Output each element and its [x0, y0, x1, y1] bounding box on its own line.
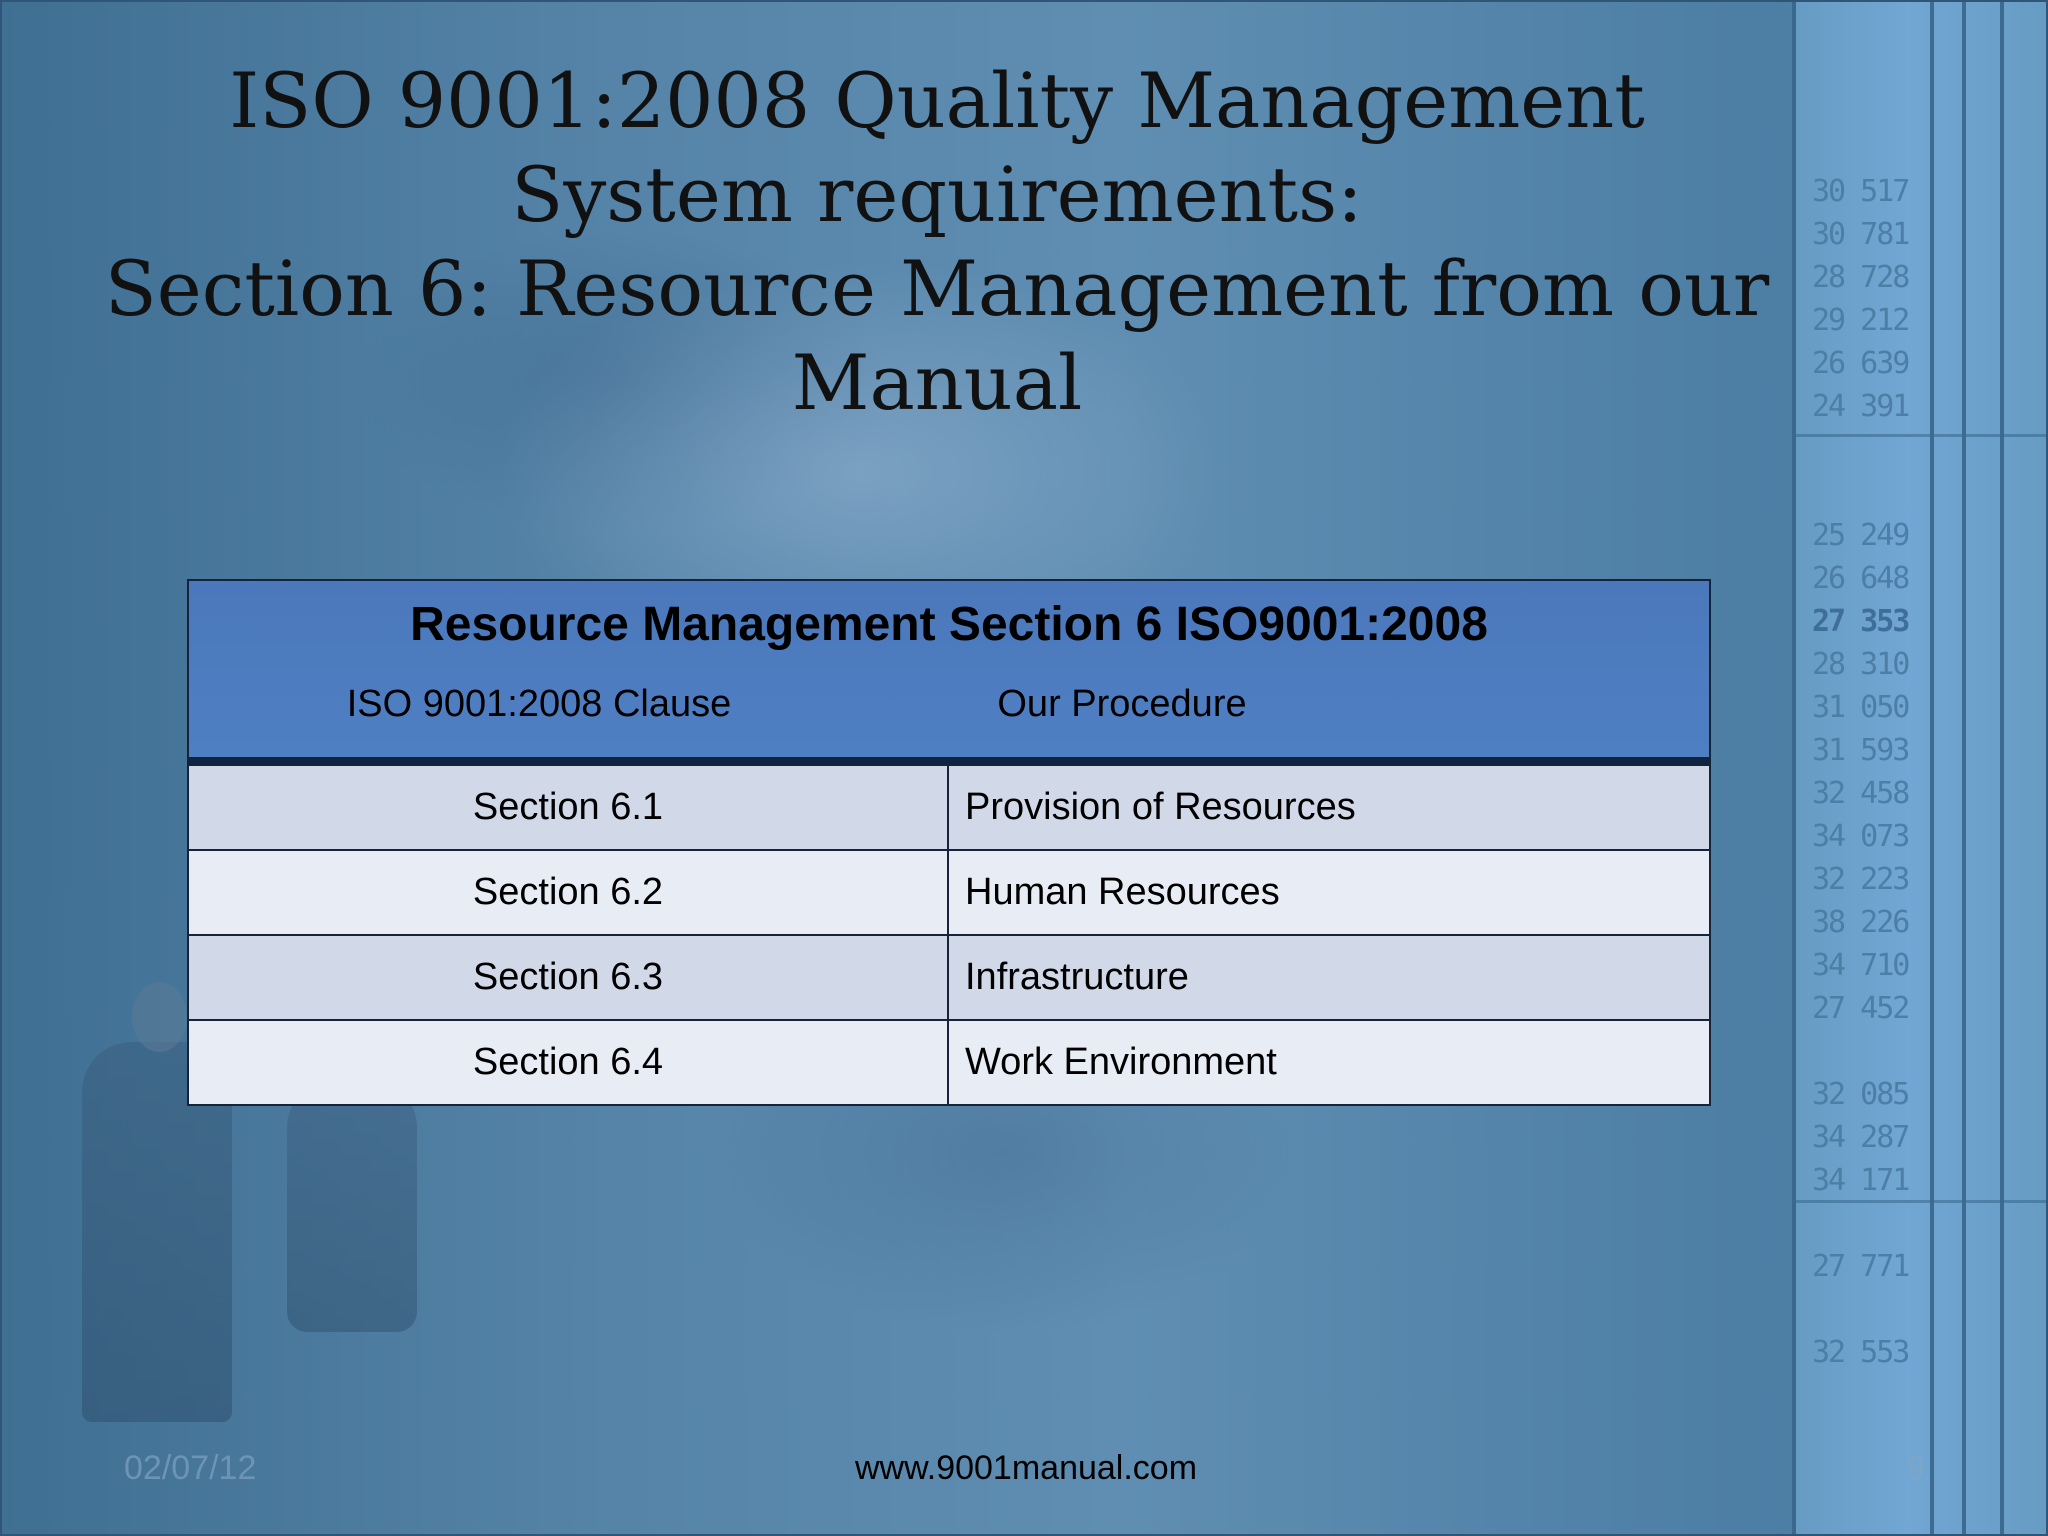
- title-line: Manual: [791, 338, 1083, 427]
- clause-cell: Section 6.3: [189, 936, 949, 1019]
- table-row: Section 6.2 Human Resources: [189, 849, 1709, 934]
- table-row: Section 6.3 Infrastructure: [189, 934, 1709, 1019]
- procedure-cell: Human Resources: [965, 871, 1280, 913]
- procedure-cell: Provision of Resources: [965, 786, 1356, 828]
- slide-number: 9: [1906, 1449, 1925, 1487]
- strip-divider: [2000, 2, 2004, 1534]
- column-header-procedure: Our Procedure: [997, 683, 1247, 725]
- column-header-clause: ISO 9001:2008 Clause: [346, 683, 732, 725]
- title-line: ISO 9001:2008 Quality Management: [229, 56, 1645, 145]
- table-caption: Resource Management Section 6 ISO9001:20…: [410, 598, 1488, 651]
- slide: 30 517 30 781 28 728 29 212 26 639 24 39…: [0, 0, 2048, 1536]
- table-row: Section 6.4 Work Environment: [189, 1019, 1709, 1104]
- procedure-cell: Work Environment: [965, 1041, 1277, 1083]
- clause-cell: Section 6.4: [189, 1021, 949, 1104]
- clause-cell: Section 6.2: [189, 851, 949, 934]
- walking-woman-figure: [287, 1082, 417, 1332]
- slide-title: ISO 9001:2008 Quality Management System …: [102, 54, 1772, 430]
- background-numbers: 30 517 30 781 28 728 29 212 26 639 24 39…: [1812, 174, 1910, 1370]
- clause-cell: Section 6.1: [189, 766, 949, 849]
- walking-man-head: [132, 982, 187, 1052]
- table-header: Resource Management Section 6 ISO9001:20…: [189, 581, 1709, 764]
- procedure-cell: Infrastructure: [965, 956, 1189, 998]
- footer-url: www.9001manual.com: [854, 1449, 1198, 1487]
- strip-divider: [1962, 2, 1966, 1534]
- table-row: Section 6.1 Provision of Resources: [189, 764, 1709, 849]
- strip-divider: [1792, 2, 1796, 1534]
- title-line: Section 6: Resource Management from our: [104, 244, 1770, 333]
- resource-management-table: Resource Management Section 6 ISO9001:20…: [187, 579, 1711, 1106]
- title-line: System requirements:: [511, 150, 1363, 239]
